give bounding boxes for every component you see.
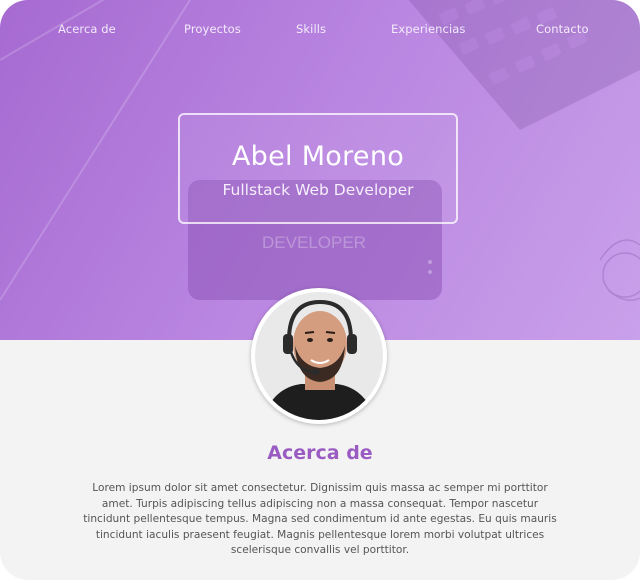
- top-nav: Acerca de Proyectos Skills Experiencias …: [0, 22, 640, 42]
- avatar: [251, 288, 387, 424]
- about-text: Lorem ipsum dolor sit amet consectetur. …: [83, 482, 557, 557]
- nav-item-skills[interactable]: Skills: [296, 22, 326, 36]
- hero-background-text: DEVELOPER: [262, 233, 366, 252]
- nav-item-contacto[interactable]: Contacto: [536, 22, 589, 36]
- page-frame: DEVELOPER Acerca de Proyectos Skills Exp…: [0, 0, 640, 580]
- hero-title-box: Abel Moreno Fullstack Web Developer: [178, 113, 458, 224]
- nav-item-proyectos[interactable]: Proyectos: [184, 22, 241, 36]
- about-title: Acerca de: [267, 442, 373, 464]
- nav-item-experiencias[interactable]: Experiencias: [391, 22, 466, 36]
- hero-name: Abel Moreno: [231, 141, 405, 172]
- nav-item-acerca-de[interactable]: Acerca de: [58, 22, 116, 36]
- profile-photo: [255, 292, 383, 420]
- hero-role: Fullstack Web Developer: [222, 181, 414, 199]
